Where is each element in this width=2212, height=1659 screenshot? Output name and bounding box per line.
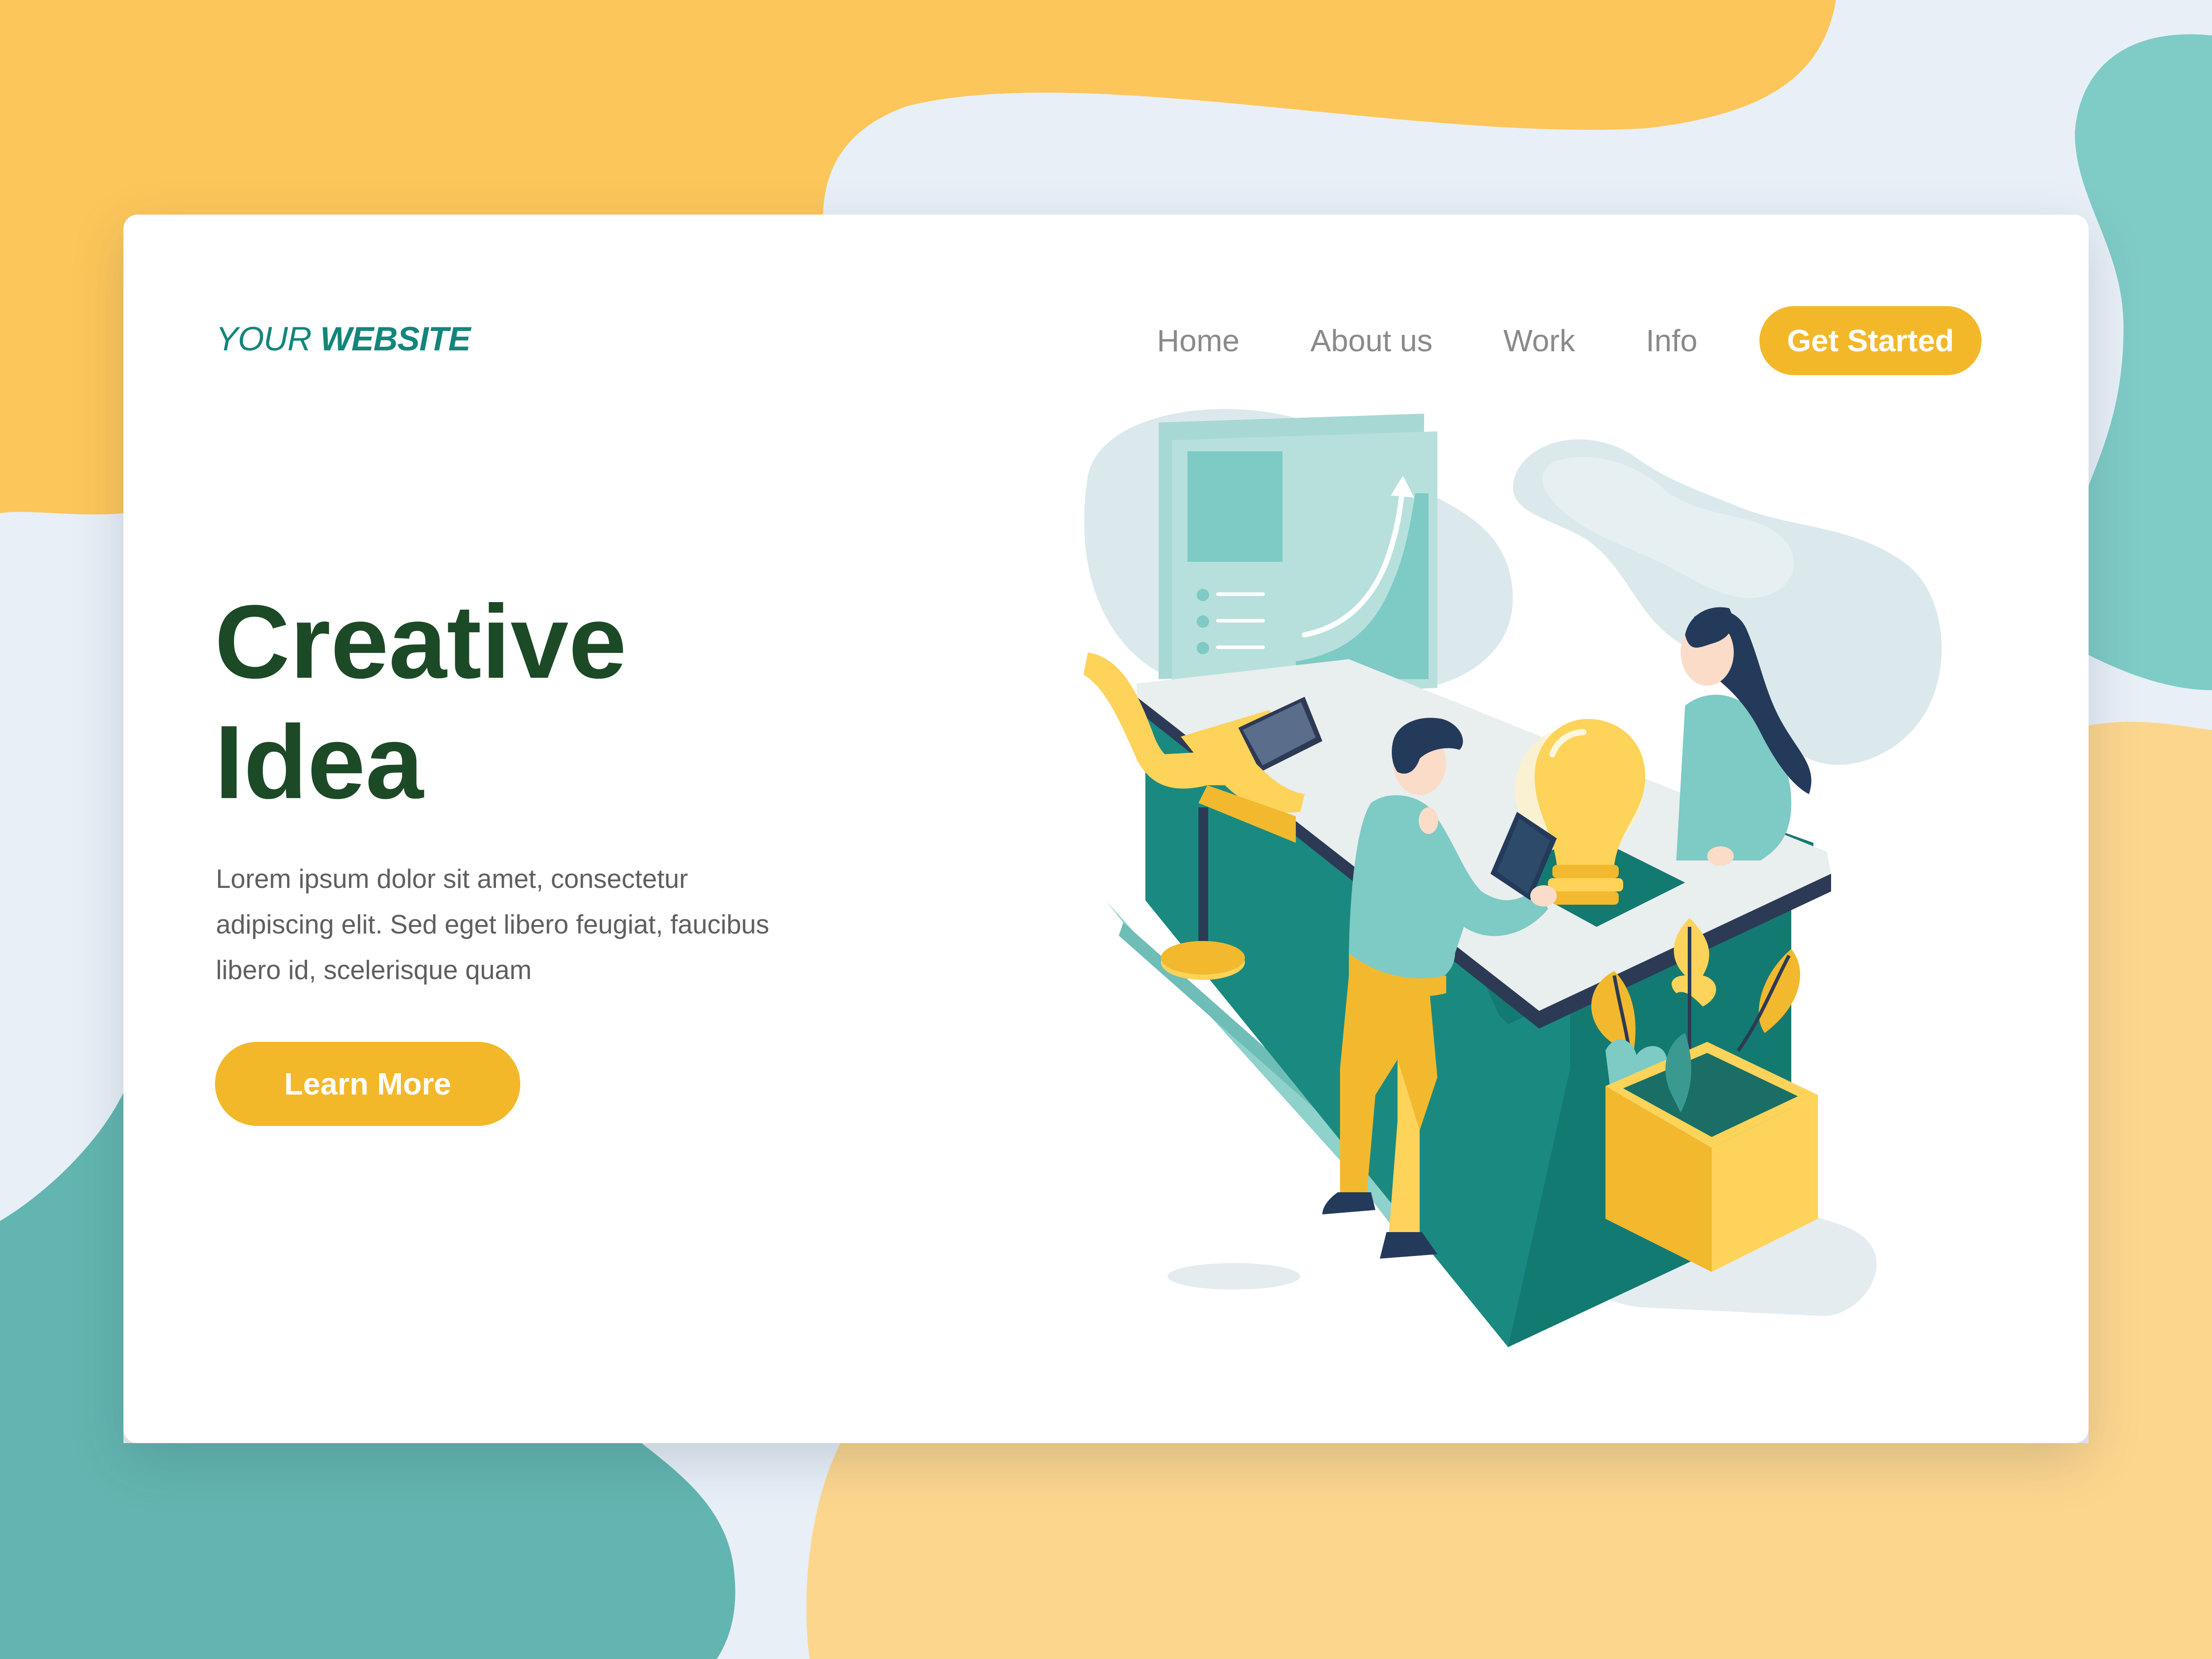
hero-description-line3: libero id, scelerisque quam xyxy=(216,955,532,985)
brand-light-text: YOUR xyxy=(216,320,312,358)
dashboard-screen-icon xyxy=(1159,414,1437,697)
hero-illustration xyxy=(1083,409,1942,1347)
get-started-button[interactable]: Get Started xyxy=(1759,306,1982,375)
nav-work[interactable]: Work xyxy=(1503,323,1575,358)
learn-more-button[interactable]: Learn More xyxy=(215,1042,520,1126)
hero-description-line2: adipiscing elit. Sed eget libero feugiat… xyxy=(216,910,769,939)
hero-description: Lorem ipsum dolor sit amet, consectetur … xyxy=(216,856,800,993)
hero-title: Creative Idea xyxy=(215,582,626,822)
landing-card: YOUR WEBSITE Home About us Work Info Get… xyxy=(123,215,2089,1443)
brand-logo[interactable]: YOUR WEBSITE xyxy=(216,320,471,358)
nav-home[interactable]: Home xyxy=(1157,323,1240,358)
brand-bold-text: WEBSITE xyxy=(320,320,471,358)
hero-title-line1: Creative xyxy=(215,584,627,700)
top-nav: Home About us Work Info Get Started xyxy=(1157,306,1982,375)
nav-about-us[interactable]: About us xyxy=(1310,323,1432,358)
hero-description-line1: Lorem ipsum dolor sit amet, consectetur xyxy=(216,864,688,894)
hero-title-line2: Idea xyxy=(215,704,424,821)
nav-info[interactable]: Info xyxy=(1646,323,1697,358)
